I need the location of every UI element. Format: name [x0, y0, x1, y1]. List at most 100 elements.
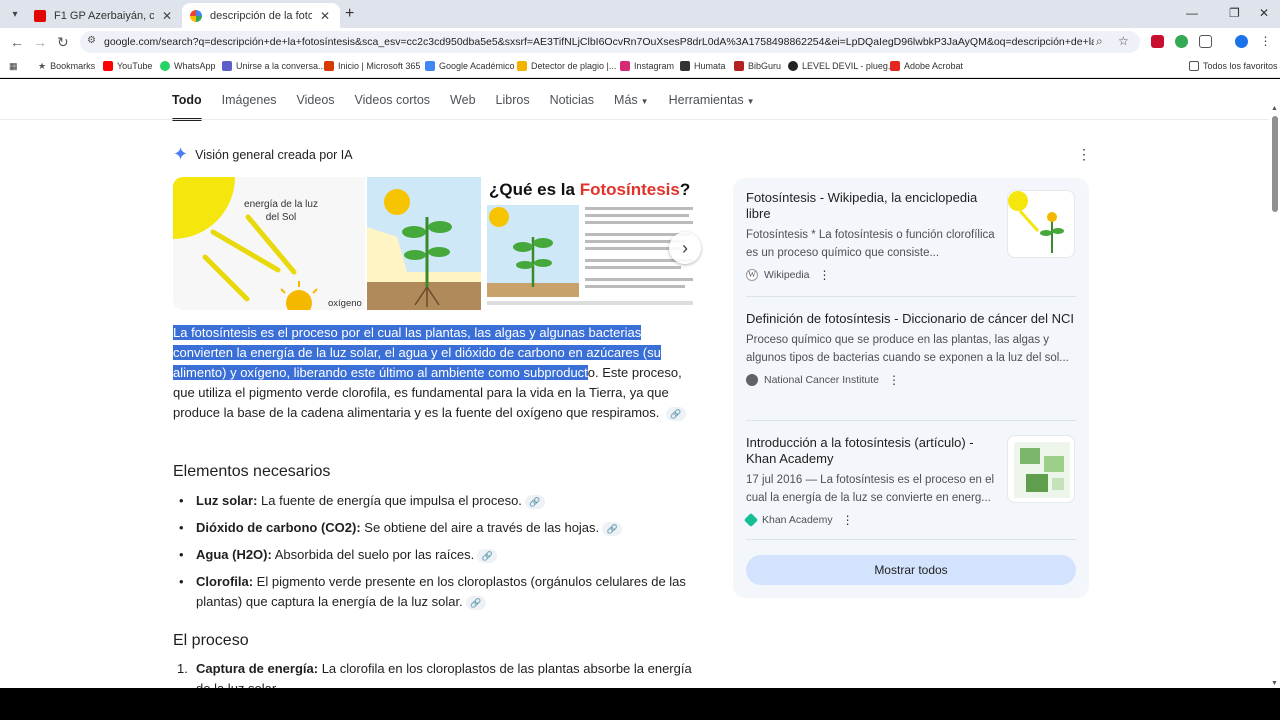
source-title[interactable]: Definición de fotosíntesis - Diccionario…: [746, 311, 1076, 327]
screen-bottom-bar: [0, 688, 1280, 720]
more-options-icon[interactable]: ⋮: [1077, 146, 1091, 163]
tab-mas[interactable]: Más ▼: [614, 93, 649, 119]
bookmark-star-icon[interactable]: ☆: [1118, 34, 1129, 48]
tab-search-menu-icon[interactable]: ▾: [6, 5, 24, 23]
source-card-nci[interactable]: Definición de fotosíntesis - Diccionario…: [746, 311, 1076, 387]
tab-todo[interactable]: Todo: [172, 93, 202, 121]
bookmark-item[interactable]: Detector de plagio |...: [517, 61, 616, 71]
bookmark-label: Humata: [694, 61, 726, 71]
tab-libros[interactable]: Libros: [496, 93, 530, 119]
tab-imagenes[interactable]: Imágenes: [222, 93, 277, 119]
more-options-icon[interactable]: ⋮: [888, 373, 900, 387]
que-es-fotosintesis-image[interactable]: ¿Qué es la Fotosíntesis?: [483, 177, 699, 310]
link-icon[interactable]: 🔗: [666, 406, 686, 421]
bookmark-item[interactable]: WhatsApp: [160, 61, 216, 71]
all-bookmarks-folder[interactable]: Todos los favoritos: [1189, 61, 1278, 71]
divider: [746, 539, 1076, 540]
bookmark-item[interactable]: Humata: [680, 61, 726, 71]
source-site: Khan Academy ⋮: [743, 512, 1076, 528]
desc: Absorbida del suelo por las raíces.: [271, 547, 475, 562]
bookmark-item[interactable]: LEVEL DEVIL - plueg...: [788, 61, 895, 71]
bookmark-label: Todos los favoritos: [1203, 61, 1278, 71]
bookmark-item[interactable]: YouTube: [103, 61, 152, 71]
title-prefix: ¿Qué es la: [489, 180, 580, 199]
bookmark-label: Instagram: [634, 61, 675, 71]
section-title-proceso: El proceso: [173, 632, 249, 649]
scrollbar-thumb[interactable]: [1272, 116, 1278, 212]
bookmark-item[interactable]: ★ Bookmarks: [38, 61, 95, 71]
address-bar[interactable]: ⚙ google.com/search?q=descripción+de+la+…: [80, 31, 1140, 53]
ai-image-carousel: energía de la luz del Sol oxígeno ¿Qué e…: [173, 177, 699, 310]
bookmark-label: Unirse a la conversa...: [236, 61, 326, 71]
extension-1-icon[interactable]: [1151, 35, 1164, 48]
khan-academy-icon: [743, 512, 759, 528]
page-scrollbar[interactable]: ▲ ▼: [1269, 79, 1280, 688]
source-date: 17 jul 2016: [746, 474, 803, 486]
tab-mas-label: Más: [614, 93, 638, 107]
profile-avatar[interactable]: [1235, 35, 1248, 48]
term: Captura de energía:: [196, 661, 319, 676]
scroll-up-icon[interactable]: ▲: [1271, 105, 1278, 112]
bookmark-item[interactable]: Unirse a la conversa...: [222, 61, 326, 71]
sources-panel: Fotosíntesis - Wikipedia, la enciclopedi…: [733, 178, 1089, 598]
restore-icon[interactable]: ❐: [1229, 6, 1240, 20]
new-tab-button[interactable]: +: [345, 5, 354, 23]
extensions-puzzle-icon[interactable]: [1199, 35, 1212, 48]
plant-diagram-image[interactable]: [367, 177, 481, 310]
zoom-icon[interactable]: ⌕: [1096, 34, 1103, 49]
close-tab-icon[interactable]: ✕: [160, 9, 174, 23]
tab-web[interactable]: Web: [450, 93, 475, 119]
close-tab-icon[interactable]: ✕: [318, 9, 332, 23]
term: Luz solar:: [196, 493, 258, 508]
tab-herramientas[interactable]: Herramientas ▼: [669, 93, 755, 119]
link-icon[interactable]: 🔗: [524, 494, 545, 509]
sun-energy-caption: energía de la luz del Sol: [244, 199, 318, 223]
reload-icon[interactable]: ↻: [57, 34, 69, 51]
tab-videos-cortos[interactable]: Videos cortos: [355, 93, 431, 119]
bookmark-item[interactable]: Instagram: [620, 61, 674, 71]
bookmark-item[interactable]: Adobe Acrobat: [890, 61, 963, 71]
apps-grid-icon[interactable]: ▦: [9, 61, 18, 72]
forward-icon[interactable]: →: [33, 34, 47, 50]
minimize-icon[interactable]: —: [1186, 6, 1198, 20]
more-options-icon[interactable]: ⋮: [842, 513, 854, 527]
link-icon[interactable]: 🔗: [477, 548, 498, 563]
process-steps-list: 1. Captura de energía: La clorofila en l…: [173, 659, 703, 688]
link-icon[interactable]: 🔗: [465, 595, 486, 610]
site-info-icon[interactable]: ⚙: [87, 35, 96, 46]
chrome-menu-icon[interactable]: ⋮: [1259, 35, 1272, 48]
extension-2-icon[interactable]: [1175, 35, 1188, 48]
plant-diagram-illustration: [367, 177, 481, 310]
desc: Se obtiene del aire a través de las hoja…: [360, 520, 600, 535]
source-site: W Wikipedia ⋮: [746, 268, 1076, 282]
carousel-next-button[interactable]: ›: [669, 232, 701, 264]
chevron-right-icon: ›: [682, 237, 688, 258]
source-site-name: Wikipedia: [764, 269, 810, 281]
search-results-page: Todo Imágenes Videos Videos cortos Web L…: [0, 79, 1280, 688]
browser-tab-search[interactable]: descripción de la fotosíntesis - ✕: [182, 3, 340, 28]
wikipedia-thumbnail[interactable]: [1007, 190, 1075, 258]
chevron-down-icon: ▼: [746, 97, 755, 106]
bookmark-item[interactable]: Google Académico: [425, 61, 515, 71]
oxygen-label: oxígeno: [328, 298, 362, 309]
url-text[interactable]: google.com/search?q=descripción+de+la+fo…: [104, 36, 1094, 48]
tabs-divider: [0, 119, 1270, 120]
source-title[interactable]: Introducción a la fotosíntesis (artículo…: [746, 435, 996, 467]
list-item: Agua (H2O): Absorbida del suelo por las …: [173, 545, 703, 565]
sun-energy-image[interactable]: energía de la luz del Sol oxígeno: [173, 177, 365, 310]
bookmark-item[interactable]: Inicio | Microsoft 365: [324, 61, 420, 71]
tab-videos[interactable]: Videos: [297, 93, 335, 119]
list-item: Clorofila: El pigmento verde presente en…: [173, 572, 703, 612]
back-icon[interactable]: ←: [10, 34, 24, 50]
more-options-icon[interactable]: ⋮: [819, 268, 831, 282]
link-icon[interactable]: 🔗: [602, 521, 623, 536]
bookmark-item[interactable]: BibGuru: [734, 61, 781, 71]
browser-tab-f1[interactable]: F1 GP Azerbaiyán, carrera | Con ✕: [26, 3, 182, 28]
tab-noticias[interactable]: Noticias: [550, 93, 594, 119]
source-title[interactable]: Fotosíntesis - Wikipedia, la enciclopedi…: [746, 190, 996, 222]
scroll-down-icon[interactable]: ▼: [1271, 680, 1278, 687]
show-all-button[interactable]: Mostrar todos: [746, 555, 1076, 585]
list-item: Dióxido de carbono (CO2): Se obtiene del…: [173, 518, 703, 538]
khan-thumbnail[interactable]: [1007, 435, 1075, 503]
close-window-icon[interactable]: ✕: [1259, 6, 1269, 20]
